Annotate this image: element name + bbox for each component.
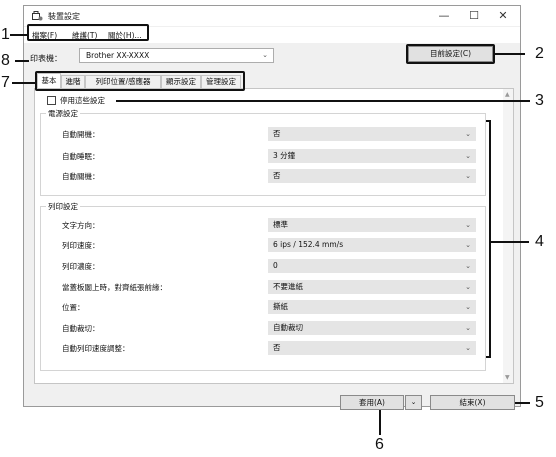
title-bar: 裝置設定 — ☐ ✕ (24, 6, 520, 26)
disable-settings-row[interactable]: 停用這些設定 (47, 95, 105, 106)
auto-sleep-select[interactable]: 3 分鐘 ⌄ (268, 149, 476, 163)
apply-dropdown-button[interactable]: ⌄ (405, 395, 422, 410)
chevron-down-icon: ⌄ (465, 344, 471, 352)
feed-on-close-select[interactable]: 不要進紙 ⌄ (268, 280, 476, 294)
callout-3: 3 (535, 92, 544, 109)
callout-2-line (495, 53, 525, 55)
auto-cut-label: 自動裁切： (62, 324, 100, 333)
auto-power-off-label: 自動關機： (62, 172, 100, 181)
chevron-down-icon: ⌄ (465, 241, 471, 249)
auto-speed-adjust-label: 自動列印速度調整： (62, 344, 130, 353)
callout-5-line (515, 402, 530, 404)
exit-button[interactable]: 結束(X) (430, 395, 515, 410)
scroll-down-icon[interactable]: ▼ (505, 374, 510, 381)
print-speed-value: 6 ips / 152.4 mm/s (273, 240, 344, 249)
chevron-down-icon: ⌄ (465, 303, 471, 311)
print-settings-title: 列印設定 (46, 201, 80, 212)
callout-1-line (10, 34, 28, 36)
auto-speed-adjust-value: 否 (273, 343, 281, 352)
print-speed-select[interactable]: 6 ips / 152.4 mm/s ⌄ (268, 238, 476, 252)
maximize-icon[interactable]: ☐ (460, 7, 488, 24)
printer-label: 印表機： (30, 54, 62, 63)
bracket-bottom (486, 356, 491, 358)
auto-power-on-value: 否 (273, 129, 281, 138)
print-density-value: 0 (273, 261, 278, 270)
chevron-down-icon: ⌄ (465, 172, 471, 180)
minimize-icon[interactable]: — (430, 7, 458, 24)
text-orientation-select[interactable]: 標準 ⌄ (268, 218, 476, 232)
disable-settings-checkbox[interactable] (47, 96, 56, 105)
auto-sleep-value: 3 分鐘 (273, 151, 296, 160)
callout-4-line (491, 241, 529, 243)
window-title: 裝置設定 (48, 12, 80, 21)
printer-value: Brother XX-XXXX (86, 51, 150, 60)
position-value: 撕紙 (273, 302, 288, 311)
printer-select[interactable]: Brother XX-XXXX ⌄ (79, 48, 274, 63)
callout-5: 5 (535, 394, 544, 411)
chevron-down-icon: ⌄ (465, 152, 471, 160)
auto-power-off-value: 否 (273, 171, 281, 180)
callout-4: 4 (535, 233, 544, 250)
callout-8: 8 (1, 52, 10, 69)
bracket-vertical (489, 120, 491, 358)
disable-settings-label: 停用這些設定 (60, 96, 105, 105)
feed-on-close-value: 不要進紙 (273, 282, 303, 291)
current-settings-highlight (406, 44, 495, 64)
apply-button[interactable]: 套用(A) (340, 395, 404, 410)
auto-power-on-label: 自動開機： (62, 130, 100, 139)
power-settings-title: 電源設定 (46, 108, 80, 119)
print-density-label: 列印濃度： (62, 262, 100, 271)
close-icon[interactable]: ✕ (489, 7, 517, 24)
chevron-down-icon: ⌄ (465, 324, 471, 332)
chevron-down-icon: ⌄ (262, 51, 268, 59)
auto-power-on-select[interactable]: 否 ⌄ (268, 127, 476, 141)
callout-2: 2 (535, 45, 544, 62)
auto-cut-select[interactable]: 自動裁切 ⌄ (268, 321, 476, 335)
callout-3-line (116, 100, 530, 102)
chevron-down-icon: ⌄ (465, 283, 471, 291)
callout-6-line (379, 410, 381, 435)
chevron-down-icon: ⌄ (465, 221, 471, 229)
app-icon (32, 11, 43, 21)
text-orientation-label: 文字方向： (62, 221, 100, 230)
callout-8-line (15, 60, 29, 62)
scroll-up-icon[interactable]: ▲ (505, 91, 510, 98)
callout-6: 6 (375, 436, 384, 453)
print-density-select[interactable]: 0 ⌄ (268, 259, 476, 273)
position-label: 位置： (62, 303, 85, 312)
chevron-down-icon: ⌄ (465, 262, 471, 270)
position-select[interactable]: 撕紙 ⌄ (268, 300, 476, 314)
auto-power-off-select[interactable]: 否 ⌄ (268, 169, 476, 183)
menu-highlight (27, 24, 149, 41)
feed-on-close-label: 當蓋板闔上時，對齊紙張前緣： (62, 283, 167, 292)
auto-cut-value: 自動裁切 (273, 323, 303, 332)
print-speed-label: 列印速度： (62, 241, 100, 250)
callout-7: 7 (1, 74, 10, 91)
auto-sleep-label: 自動睡眠： (62, 152, 100, 161)
auto-speed-adjust-select[interactable]: 否 ⌄ (268, 341, 476, 355)
text-orientation-value: 標準 (273, 220, 288, 229)
chevron-down-icon: ⌄ (465, 130, 471, 138)
tabs-highlight (35, 71, 245, 91)
vertical-scrollbar[interactable]: ▲ ▼ (503, 89, 513, 383)
callout-1: 1 (1, 26, 10, 43)
callout-7-line (12, 82, 36, 84)
